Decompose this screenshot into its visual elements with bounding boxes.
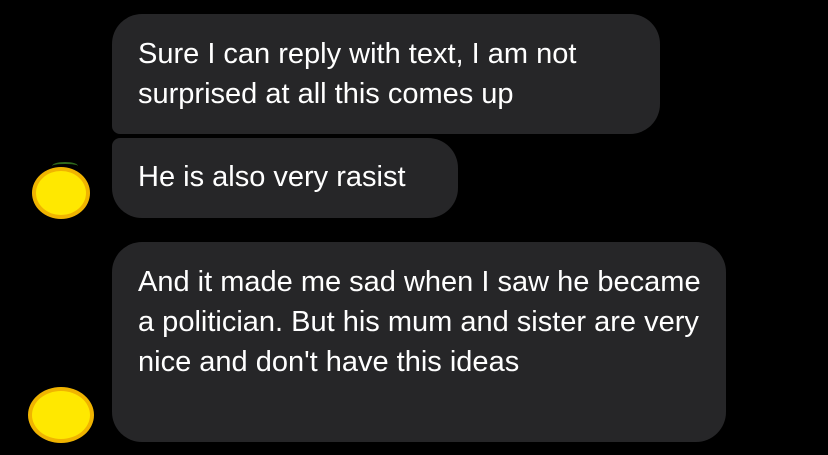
message-text: Sure I can reply with text, I am not sur… — [138, 38, 577, 110]
message-text: And it made me sad when I saw he became … — [138, 266, 701, 378]
message-bubble[interactable]: And it made me sad when I saw he became … — [112, 242, 726, 442]
avatar-icon[interactable] — [28, 387, 94, 443]
message-bubble[interactable]: He is also very rasist — [112, 138, 458, 218]
message-text: He is also very rasist — [138, 161, 406, 193]
avatar-icon[interactable] — [32, 167, 90, 219]
message-bubble[interactable]: Sure I can reply with text, I am not sur… — [112, 14, 660, 134]
chat-thread: Sure I can reply with text, I am not sur… — [0, 0, 828, 455]
